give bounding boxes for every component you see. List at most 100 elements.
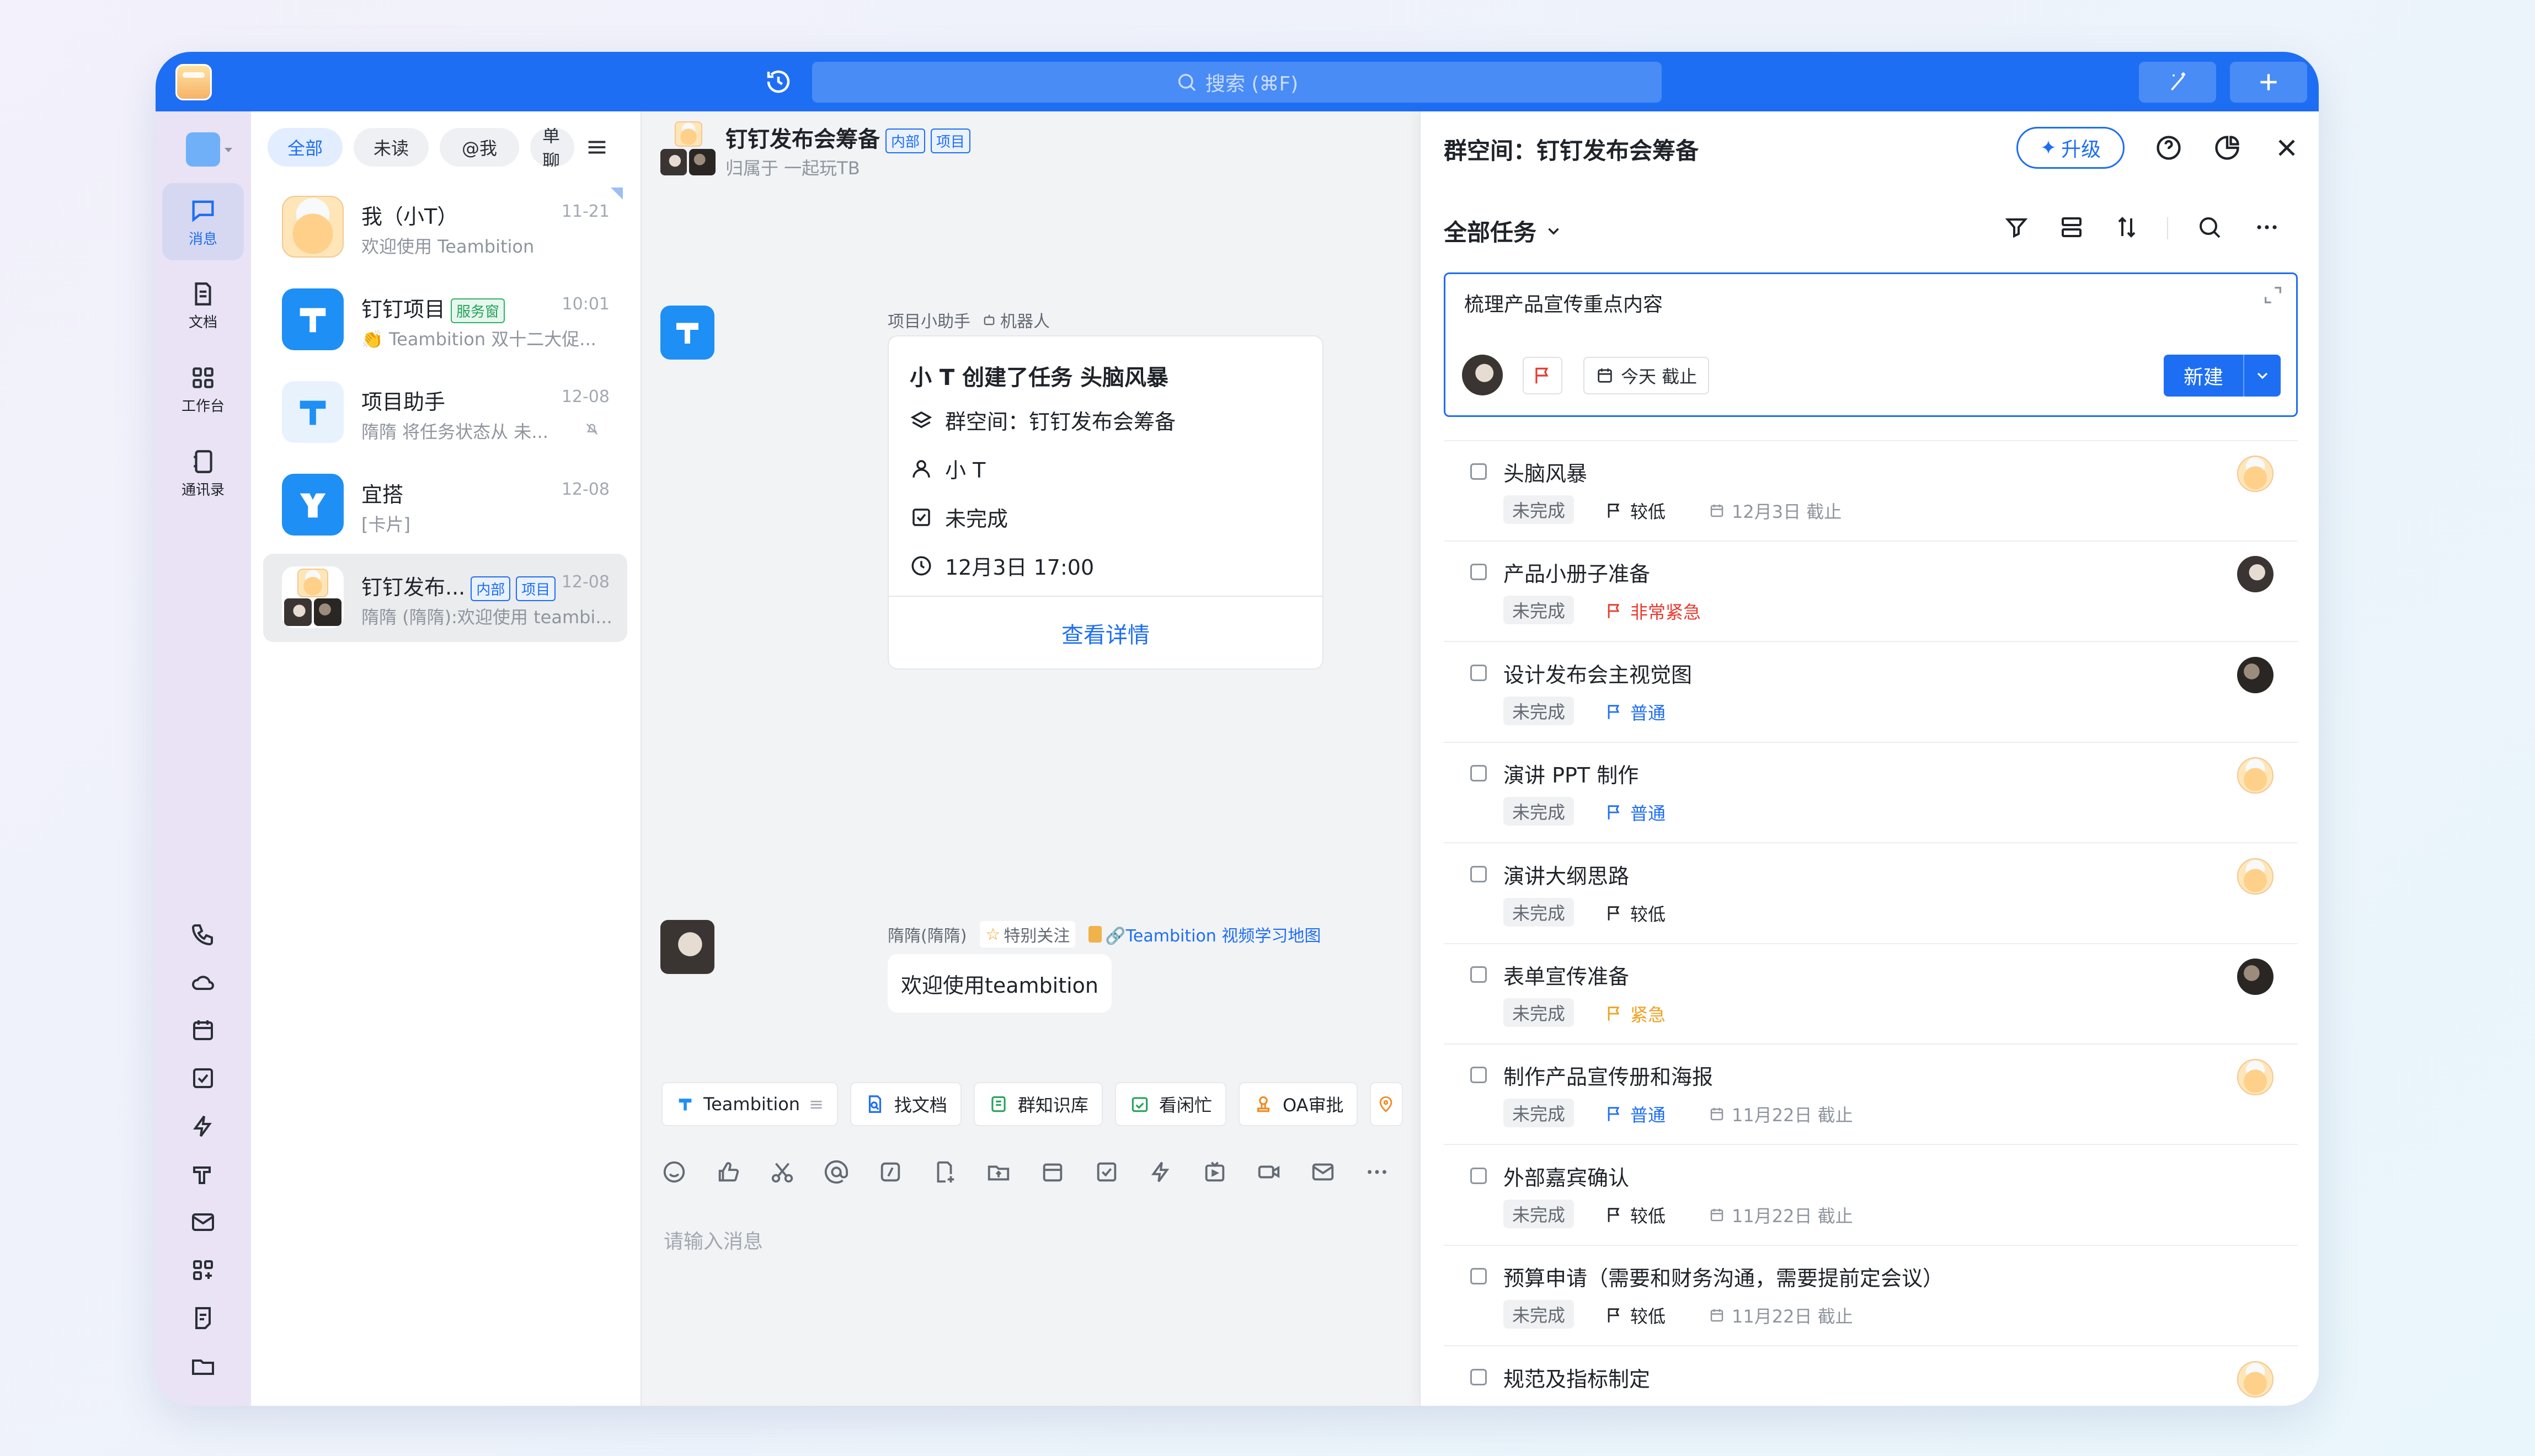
thumbs-up-icon[interactable]: [716, 1159, 741, 1185]
task-status[interactable]: 未完成: [1503, 596, 1575, 625]
task-priority[interactable]: 较低: [1605, 496, 1666, 525]
task-row[interactable]: 表单宣传准备 未完成 紧急: [1444, 944, 2298, 1045]
task-due-date[interactable]: 11月22日 截止: [1709, 1301, 1853, 1330]
task-due-date[interactable]: 11月22日 截止: [1709, 1100, 1853, 1128]
task-check-icon[interactable]: [1094, 1159, 1119, 1185]
more-icon[interactable]: [1364, 1159, 1390, 1185]
user-avatar[interactable]: [660, 920, 714, 974]
filter-mentions[interactable]: @我: [440, 128, 519, 167]
find-doc-tool[interactable]: 找文档: [850, 1082, 962, 1126]
task-status[interactable]: 未完成: [1503, 696, 1575, 725]
task-status[interactable]: 未完成: [1503, 1199, 1575, 1228]
nav-item-messages[interactable]: 消息: [162, 183, 244, 260]
task-row[interactable]: 制作产品宣传册和海报 未完成 普通 11月22日 截止: [1444, 1045, 2298, 1145]
task-assignee-avatar[interactable]: [2237, 757, 2274, 794]
task-assignee-avatar[interactable]: [2237, 656, 2274, 693]
task-assignee-avatar[interactable]: [2237, 556, 2274, 593]
search-input[interactable]: 搜索 (⌘F): [812, 62, 1662, 103]
teambition-icon[interactable]: [190, 1161, 216, 1187]
task-row[interactable]: 设计发布会主视觉图 未完成 普通: [1444, 643, 2298, 743]
todo-icon[interactable]: [190, 1065, 216, 1091]
scissors-icon[interactable]: [770, 1159, 795, 1185]
task-checkbox[interactable]: [1470, 765, 1487, 782]
task-row[interactable]: 预算申请（需要和财务沟通，需要提前定会议） 未完成 较低 11月22日 截止: [1444, 1246, 2298, 1347]
conversation-item[interactable]: 项目助手 隋隋 将任务状态从 未... 12-08: [263, 368, 627, 457]
task-checkbox[interactable]: [1470, 1067, 1487, 1084]
task-checkbox[interactable]: [1470, 966, 1487, 983]
cloud-icon[interactable]: [190, 969, 216, 995]
history-icon[interactable]: [764, 67, 793, 97]
task-priority[interactable]: 非常紧急: [1605, 597, 1701, 625]
message-input[interactable]: 请输入消息: [664, 1225, 763, 1254]
task-priority[interactable]: 较低: [1605, 1301, 1666, 1330]
team-switcher[interactable]: [186, 132, 232, 167]
phone-icon[interactable]: [190, 921, 216, 948]
task-priority[interactable]: 普通: [1605, 698, 1666, 726]
availability-tool[interactable]: 看闲忙: [1114, 1082, 1226, 1126]
view-details-link[interactable]: 查看详情: [889, 597, 1322, 670]
filter-single[interactable]: 单聊: [530, 128, 574, 167]
task-status[interactable]: 未完成: [1503, 998, 1575, 1027]
upgrade-button[interactable]: ✦ 升级: [2016, 127, 2125, 169]
create-button[interactable]: [2230, 62, 2307, 103]
task-checkbox[interactable]: [1470, 1268, 1487, 1285]
more-icon[interactable]: [190, 1401, 216, 1406]
due-date-picker[interactable]: 今天 截止: [1583, 357, 1710, 394]
task-status[interactable]: 未完成: [1503, 1099, 1575, 1128]
task-checkbox[interactable]: [1470, 463, 1487, 480]
task-input[interactable]: 梳理产品宣传重点内容: [1464, 288, 1663, 317]
flash-icon[interactable]: [1148, 1159, 1173, 1185]
teambition-tool[interactable]: Teambition ≡: [661, 1082, 838, 1126]
task-checkbox[interactable]: [1470, 1368, 1487, 1385]
mail-icon[interactable]: [190, 1209, 216, 1235]
task-assignee-avatar[interactable]: [2237, 1361, 2274, 1398]
message-bubble[interactable]: 欢迎使用teambition: [888, 954, 1112, 1013]
notes-icon[interactable]: [190, 1305, 216, 1331]
mail-icon[interactable]: [1310, 1159, 1336, 1185]
task-row[interactable]: 头脑风暴 未完成 较低 12月3日 截止: [1444, 441, 2298, 542]
task-checkbox[interactable]: [1470, 865, 1487, 882]
task-status[interactable]: 未完成: [1503, 1300, 1575, 1329]
task-row[interactable]: 演讲 PPT 制作 未完成 普通: [1444, 743, 2298, 844]
ai-magic-button[interactable]: [2139, 62, 2216, 103]
apps-icon[interactable]: [190, 1257, 216, 1283]
filter-icon[interactable]: [2003, 214, 2030, 240]
more-tools[interactable]: [1370, 1082, 1403, 1126]
new-task-dropdown[interactable]: [2244, 355, 2281, 397]
conversation-item[interactable]: 钉钉项目 服务窗 👏 Teambition 双十二大促... 10:01: [263, 276, 627, 364]
mention-icon[interactable]: [824, 1159, 849, 1185]
oa-approval-tool[interactable]: OA审批: [1238, 1082, 1358, 1126]
task-status[interactable]: 未完成: [1503, 897, 1575, 927]
task-checkbox[interactable]: [1470, 664, 1487, 681]
task-assignee-avatar[interactable]: [2237, 456, 2274, 492]
chart-icon[interactable]: [2213, 133, 2242, 162]
conversation-item[interactable]: 宜搭 [卡片] 12-08: [263, 461, 627, 549]
task-status[interactable]: 未完成: [1503, 797, 1575, 826]
conversation-item[interactable]: 我（小T） 欢迎使用 Teambition 11-21: [263, 183, 627, 271]
expand-icon[interactable]: [2262, 284, 2284, 306]
task-assignee-avatar[interactable]: [2237, 1059, 2274, 1096]
folder-icon[interactable]: [190, 1353, 216, 1379]
video-icon[interactable]: [1256, 1159, 1282, 1185]
group-by-icon[interactable]: [2058, 214, 2085, 240]
task-row[interactable]: 产品小册子准备 未完成 非常紧急: [1444, 542, 2298, 643]
task-assignee-avatar[interactable]: [2237, 858, 2274, 895]
calendar-icon[interactable]: [190, 1017, 216, 1043]
learning-map-link[interactable]: 🔗Teambition 视频学习地图: [1088, 922, 1321, 946]
task-row[interactable]: 外部嘉宾确认 未完成 较低 11月22日 截止: [1444, 1145, 2298, 1246]
new-task-button[interactable]: 新建: [2164, 355, 2244, 397]
task-checkbox[interactable]: [1470, 1167, 1487, 1184]
filter-menu-icon[interactable]: [584, 135, 610, 160]
doc-add-icon[interactable]: [932, 1159, 957, 1185]
task-priority[interactable]: 普通: [1605, 1100, 1666, 1128]
flash-icon[interactable]: [190, 1113, 216, 1139]
task-due-date[interactable]: 12月3日 截止: [1709, 496, 1842, 525]
shortcut-icon[interactable]: [878, 1159, 903, 1185]
more-icon[interactable]: [2254, 214, 2280, 240]
emoji-icon[interactable]: [661, 1159, 687, 1185]
task-due-date[interactable]: 11月22日 截止: [1709, 1201, 1853, 1229]
task-row[interactable]: 演讲大纲思路 未完成 较低: [1444, 844, 2298, 944]
task-priority[interactable]: 较低: [1605, 899, 1666, 928]
folder-upload-icon[interactable]: [986, 1159, 1011, 1185]
task-priority[interactable]: 较低: [1605, 1201, 1666, 1229]
